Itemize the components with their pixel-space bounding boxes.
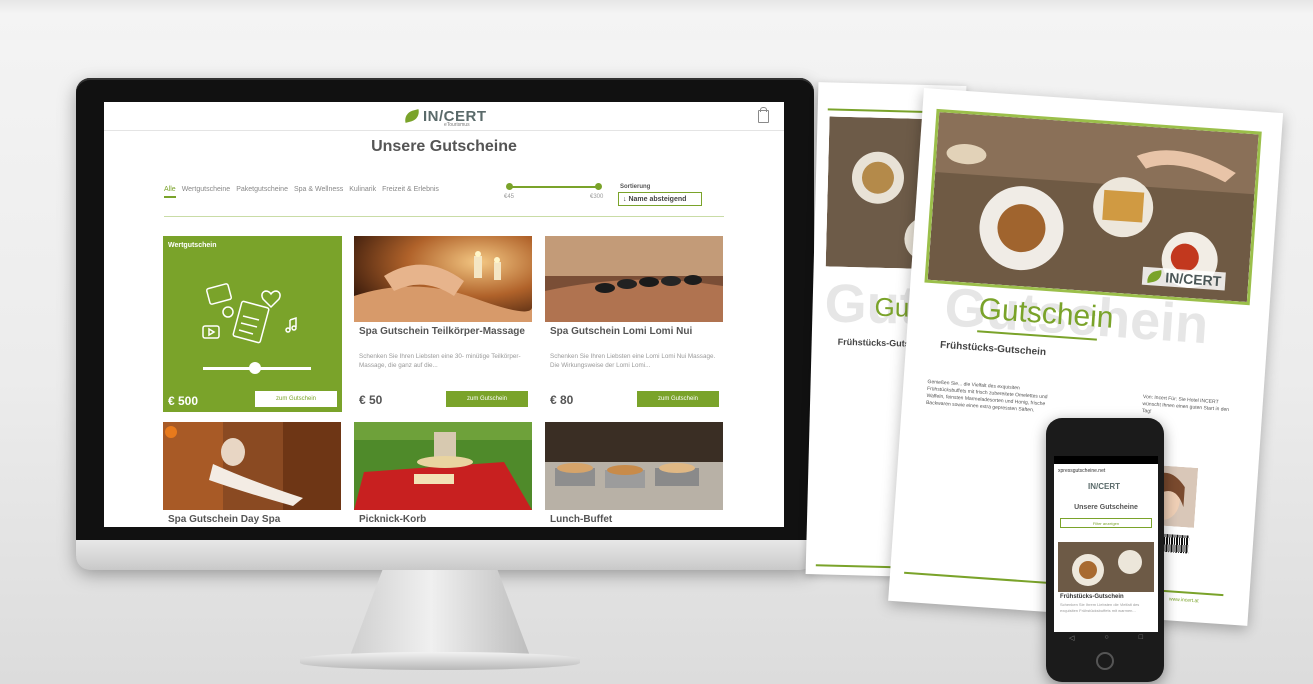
- card-price: € 500: [168, 394, 199, 408]
- monitor-chin: [76, 540, 814, 570]
- card-price: € 80: [550, 393, 574, 407]
- amount-slider[interactable]: [203, 362, 311, 374]
- shopping-bag-icon[interactable]: [758, 107, 769, 123]
- brand-subtitle: eTourismus: [444, 122, 470, 128]
- to-voucher-button[interactable]: zum Gutschein: [637, 391, 719, 407]
- card-description: Schenken Sie Ihren Liebsten eine Lomi Lo…: [550, 353, 716, 369]
- filter-tab-paketgutscheine[interactable]: Paketgutscheine: [236, 186, 288, 198]
- filter-tab-freizeit[interactable]: Freizeit & Erlebnis: [382, 186, 439, 198]
- amount-slider-handle[interactable]: [249, 362, 261, 374]
- home-icon[interactable]: ○: [1104, 634, 1108, 644]
- filter-tab-kulinarik[interactable]: Kulinarik: [349, 186, 376, 198]
- sauna-photo: [163, 422, 341, 510]
- phone-brand-logo[interactable]: IN/CERT: [1088, 482, 1120, 491]
- monitor-stand: [350, 570, 530, 656]
- gift-illustration-icon: [202, 283, 297, 344]
- product-card-picnic[interactable]: Picknick-Korb: [354, 422, 532, 527]
- card-title[interactable]: Picknick-Korb: [359, 514, 426, 525]
- price-range-slider[interactable]: [506, 183, 602, 190]
- phone-breakfast-photo: [1058, 542, 1154, 592]
- card-title[interactable]: Lunch-Buffet: [550, 514, 612, 525]
- voucher-footer-url: www.incert.at: [1168, 596, 1199, 605]
- sort-label: Sortierung: [620, 184, 651, 190]
- monitor-stand-base: [300, 652, 580, 670]
- category-filters: Alle Wertgutscheine Paketgutscheine Spa …: [164, 186, 439, 198]
- phone-home-button[interactable]: [1096, 652, 1114, 670]
- website-screen: IN/CERT eTourismus Unsere Gutscheine All…: [104, 102, 784, 527]
- filter-tab-wertgutscheine[interactable]: Wertgutscheine: [182, 186, 231, 198]
- phone-url-bar[interactable]: xpressgutscheine.net: [1058, 466, 1154, 476]
- massage-photo: [354, 236, 532, 322]
- to-voucher-button[interactable]: zum Gutschein: [446, 391, 528, 407]
- product-card-lunch-buffet[interactable]: Lunch-Buffet: [545, 422, 723, 527]
- price-min-label: €45: [504, 194, 515, 200]
- brand-name: IN/CERT: [1164, 269, 1222, 290]
- product-card-lomi-lomi[interactable]: Spa Gutschein Lomi Lomi Nui Schenken Sie…: [545, 236, 723, 412]
- phone-nav-bar: ◁ ○ □: [1054, 634, 1158, 644]
- featured-value-voucher-card[interactable]: Wertgutschein € 500 zum Gutschein: [163, 236, 342, 412]
- phone-card-title[interactable]: Frühstücks-Gutschein: [1060, 594, 1124, 600]
- voucher-recipient-text: Von: Incert Für: Sie Hotel INCERT wünsch…: [1141, 394, 1230, 415]
- back-icon[interactable]: ◁: [1069, 634, 1074, 644]
- phone-filter-button[interactable]: Filter anzeigen: [1060, 518, 1152, 528]
- sort-select[interactable]: ↓ Name absteigend: [618, 192, 702, 206]
- to-voucher-button[interactable]: zum Gutschein: [255, 391, 337, 407]
- breakfast-table-photo: IN/CERT: [924, 108, 1262, 306]
- phone-card-description: Schenken Sie Ihrem Liebsten die Vielfalt…: [1060, 602, 1140, 613]
- recents-icon[interactable]: □: [1139, 634, 1143, 644]
- leaf-icon: [402, 109, 422, 123]
- divider: [164, 216, 724, 217]
- card-description: Schenken Sie Ihren Liebsten eine 30- min…: [359, 353, 521, 369]
- card-title[interactable]: Spa Gutschein Day Spa: [168, 514, 280, 525]
- leaf-icon: [1145, 270, 1164, 283]
- picnic-photo: [354, 422, 532, 510]
- filter-tab-spa-wellness[interactable]: Spa & Wellness: [294, 186, 343, 198]
- price-slider-min-handle[interactable]: [506, 183, 513, 190]
- background-band: [0, 0, 1313, 14]
- price-max-label: €300: [590, 194, 604, 200]
- price-slider-max-handle[interactable]: [595, 183, 602, 190]
- product-card-day-spa[interactable]: Spa Gutschein Day Spa: [163, 422, 341, 527]
- voucher-body-text: Genießen Sie... die Vielfalt des exquisi…: [925, 378, 1048, 414]
- card-title[interactable]: Spa Gutschein Teilkörper-Massage: [359, 326, 529, 337]
- hot-stone-photo: [545, 236, 723, 322]
- filter-tab-alle[interactable]: Alle: [164, 186, 176, 198]
- smartphone-screen: xpressgutscheine.net IN/CERT Unsere Guts…: [1054, 456, 1158, 632]
- buffet-photo: [545, 422, 723, 510]
- card-title[interactable]: Spa Gutschein Lomi Lomi Nui: [550, 326, 720, 337]
- page-title: Unsere Gutscheine: [371, 138, 517, 155]
- phone-page-title: Unsere Gutscheine: [1074, 504, 1138, 511]
- site-header: IN/CERT eTourismus: [104, 102, 784, 131]
- status-bar: [1054, 456, 1158, 464]
- card-price: € 50: [359, 393, 383, 407]
- card-category-label: Wertgutschein: [168, 242, 217, 249]
- product-card-massage[interactable]: Spa Gutschein Teilkörper-Massage Schenke…: [354, 236, 532, 412]
